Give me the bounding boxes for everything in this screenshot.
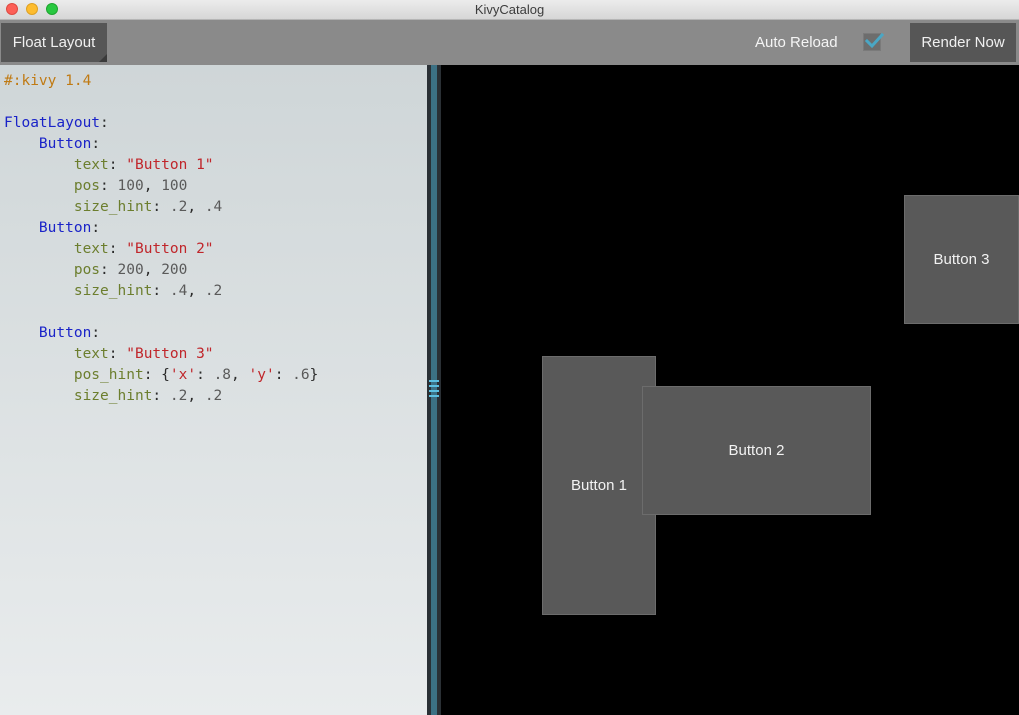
code-line: Button: <box>4 323 427 344</box>
code-token: text <box>73 157 109 173</box>
code-line: text: "Button 2" <box>4 239 427 260</box>
code-line: pos_hint: {'x': .8, 'y': .6} <box>4 365 427 386</box>
code-token: : <box>152 388 170 404</box>
window-title: KivyCatalog <box>474 2 545 17</box>
code-line: pos: 100, 100 <box>4 176 427 197</box>
code-token: : <box>91 220 101 236</box>
splitter[interactable] <box>427 65 441 715</box>
code-token: 200 <box>117 262 144 278</box>
preview-button-2[interactable]: Button 2 <box>642 386 871 515</box>
layout-select-button[interactable]: Float Layout <box>1 23 107 62</box>
code-token: , <box>187 283 205 299</box>
code-token: .2 <box>204 283 223 299</box>
code-token: , <box>231 367 249 383</box>
code-token: FloatLayout <box>4 115 101 131</box>
code-token: .4 <box>169 283 188 299</box>
splitter-grip-icon[interactable] <box>429 377 439 405</box>
code-token: , <box>143 178 162 194</box>
auto-reload-checkbox[interactable] <box>863 32 884 51</box>
code-token: , <box>187 199 205 215</box>
code-token: : <box>108 241 127 257</box>
code-token: } <box>309 367 319 383</box>
code-token: 'y' <box>248 367 275 383</box>
code-token: : <box>152 199 170 215</box>
code-token: .2 <box>169 388 188 404</box>
preview-button-3[interactable]: Button 3 <box>904 195 1019 324</box>
render-now-button[interactable]: Render Now <box>910 23 1016 62</box>
code-token: "Button 3" <box>126 346 214 362</box>
code-line: size_hint: .4, .2 <box>4 281 427 302</box>
code-token: .6 <box>292 367 310 383</box>
code-line: text: "Button 1" <box>4 155 427 176</box>
code-token: : <box>100 262 118 278</box>
code-token: "Button 2" <box>126 241 214 257</box>
auto-reload-label: Auto Reload <box>755 34 838 51</box>
toolbar: Float Layout Auto Reload Render Now <box>0 20 1019 65</box>
code-token: : <box>100 178 118 194</box>
code-token: .4 <box>204 199 223 215</box>
code-token: : <box>91 325 101 341</box>
preview-button-1[interactable]: Button 1 <box>542 356 656 615</box>
code-token: : <box>91 136 101 152</box>
code-token: 100 <box>161 178 188 194</box>
code-token: size_hint <box>73 388 153 404</box>
code-token: : <box>196 367 214 383</box>
code-token: : { <box>143 367 170 383</box>
code-line: pos: 200, 200 <box>4 260 427 281</box>
code-token: text <box>73 346 109 362</box>
code-line: size_hint: .2, .4 <box>4 197 427 218</box>
code-line: Button: <box>4 218 427 239</box>
code-token: , <box>143 262 162 278</box>
code-token: .2 <box>169 199 188 215</box>
code-token: "Button 1" <box>126 157 214 173</box>
code-token: Button <box>38 136 92 152</box>
code-token: : <box>152 283 170 299</box>
code-token: text <box>73 241 109 257</box>
code-line: size_hint: .2, .2 <box>4 386 427 407</box>
code-token: #:kivy 1.4 <box>4 73 92 89</box>
code-token: Button <box>38 220 92 236</box>
code-token: : <box>108 346 127 362</box>
code-line: Button: <box>4 134 427 155</box>
code-line: text: "Button 3" <box>4 344 427 365</box>
code-token: , <box>187 388 205 404</box>
code-token: : <box>274 367 293 383</box>
preview-area: Button 1 Button 2 Button 3 <box>441 65 1019 715</box>
code-line: FloatLayout: <box>4 113 427 134</box>
code-token: pos_hint <box>73 367 144 383</box>
code-token: .2 <box>204 388 223 404</box>
code-editor[interactable]: #:kivy 1.4 FloatLayout: Button: text: "B… <box>0 65 427 715</box>
code-token: 100 <box>117 178 144 194</box>
code-token: .8 <box>213 367 232 383</box>
code-token: : <box>108 157 127 173</box>
code-token: 'x' <box>169 367 197 383</box>
code-token: pos <box>73 262 101 278</box>
code-token: : <box>100 115 109 131</box>
code-line: #:kivy 1.4 <box>4 71 427 92</box>
code-token: size_hint <box>73 283 153 299</box>
code-token: size_hint <box>73 199 153 215</box>
checkmark-icon <box>864 32 884 49</box>
code-token: 200 <box>161 262 188 278</box>
code-token: Button <box>38 325 92 341</box>
code-token: pos <box>73 178 101 194</box>
code-text[interactable]: #:kivy 1.4 FloatLayout: Button: text: "B… <box>0 65 427 407</box>
title-bar: KivyCatalog <box>0 0 1019 20</box>
